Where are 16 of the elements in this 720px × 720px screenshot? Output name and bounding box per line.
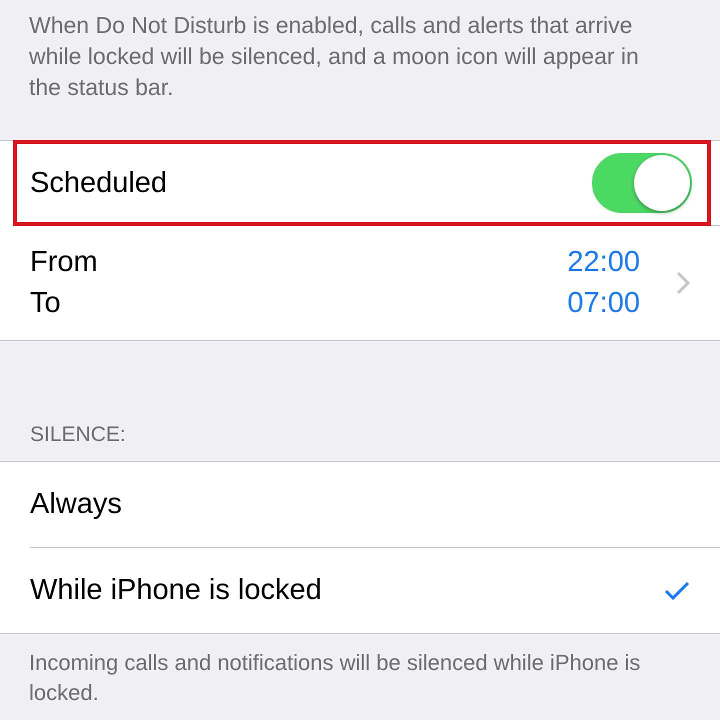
option-row[interactable]: Always <box>30 462 720 547</box>
footer-text: Incoming calls and notifications will be silenced while iPhone is locked. <box>28 649 642 707</box>
to-time: 07:00 <box>567 287 640 320</box>
option-row[interactable]: While iPhone is locked <box>30 547 720 633</box>
chevron-icon <box>676 271 690 295</box>
option-label: Always <box>30 488 123 521</box>
from-label: From <box>30 246 98 279</box>
option-label: While iPhone is locked <box>30 574 323 607</box>
checkmark-icon <box>664 580 690 600</box>
scheduled-toggle[interactable] <box>592 153 692 213</box>
description-text: When Do Not Disturb is enabled, calls and alerts that arrive while locked will be silenced, and a moon icon will appear in the status bar. <box>28 11 640 102</box>
schedule-row[interactable]: From To 22:00 07:00 <box>0 226 720 340</box>
section-header: SILENCE: <box>29 423 127 448</box>
to-label: To <box>30 287 62 320</box>
from-time: 22:00 <box>567 246 640 279</box>
scheduled-label: Scheduled <box>30 166 168 200</box>
